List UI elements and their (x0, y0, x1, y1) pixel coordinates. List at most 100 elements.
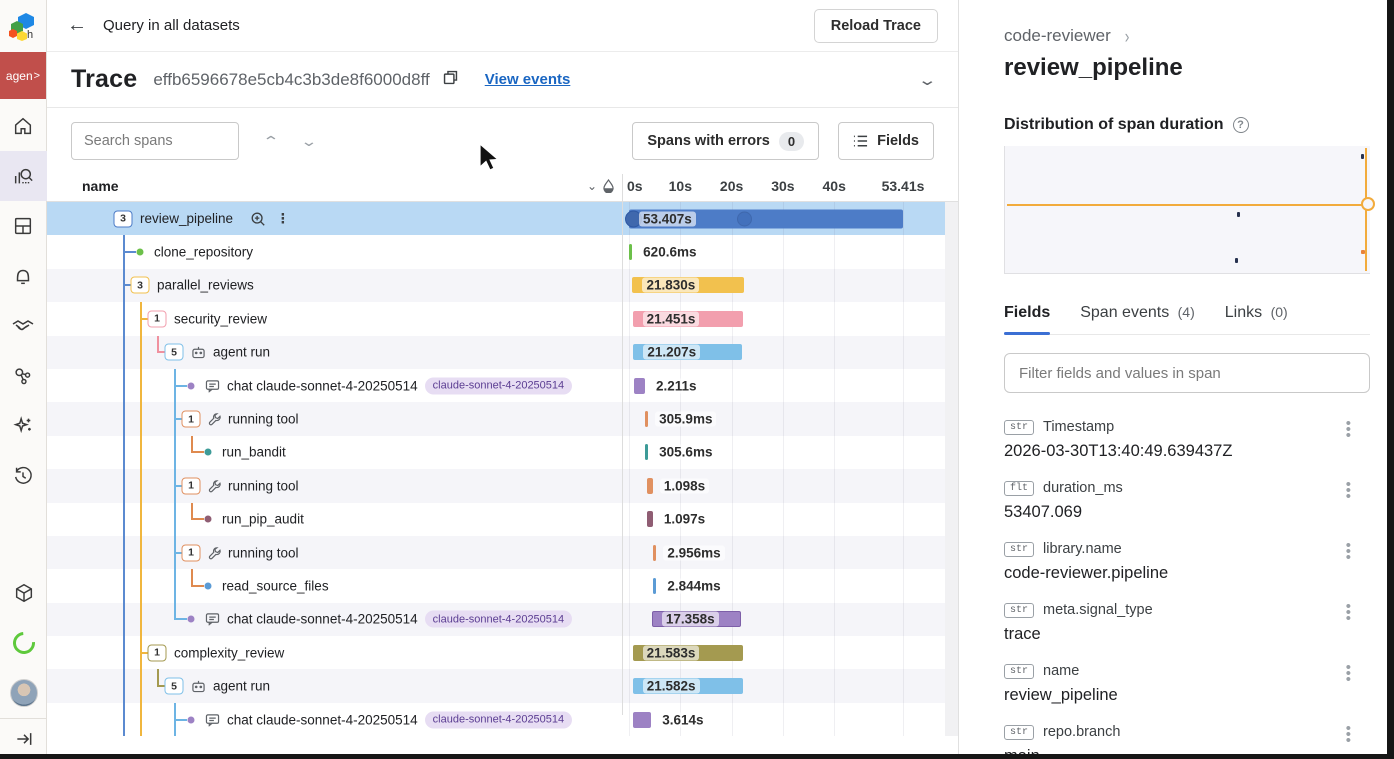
field-kebab-menu-icon[interactable]: ••• (1346, 482, 1351, 500)
span-name[interactable]: chat claude-sonnet-4-20250514 (227, 612, 418, 627)
prev-match-chevron-icon[interactable]: ⌃ (262, 133, 280, 150)
tab-span-events[interactable]: Span events (4) (1080, 304, 1195, 334)
span-count-badge[interactable]: 5 (165, 344, 184, 361)
span-name[interactable]: parallel_reviews (157, 278, 254, 293)
span-row[interactable]: 3parallel_reviews21.830s (47, 269, 958, 302)
sidebar-item-boards[interactable] (0, 201, 47, 251)
duration-bar[interactable] (645, 444, 648, 460)
honeycomb-logo[interactable]: h (0, 0, 46, 52)
duration-bar[interactable] (653, 578, 656, 594)
duration-bar[interactable] (629, 244, 632, 260)
field-kebab-menu-icon[interactable]: ••• (1346, 543, 1351, 561)
span-count-badge[interactable]: 3 (131, 277, 150, 294)
span-name[interactable]: read_source_files (222, 578, 329, 593)
sidebar-collapse-button[interactable] (0, 719, 47, 759)
span-row[interactable]: chat claude-sonnet-4-20250514claude-sonn… (47, 369, 958, 402)
spans-with-errors-button[interactable]: Spans with errors 0 (632, 122, 819, 160)
copy-icon[interactable] (442, 69, 459, 91)
field-row[interactable]: strTimestamp2026-03-30T13:40:49.639437Z•… (1004, 419, 1365, 461)
fields-button[interactable]: Fields (838, 122, 934, 160)
name-sort-chevron-icon[interactable]: ⌄ (587, 179, 597, 193)
field-kebab-menu-icon[interactable]: ••• (1346, 726, 1351, 744)
bar-drag-handle[interactable] (737, 211, 752, 226)
span-name[interactable]: run_pip_audit (222, 512, 304, 527)
sidebar-item-teams[interactable] (0, 301, 47, 351)
span-row[interactable]: run_bandit305.6ms (47, 436, 958, 469)
span-count-badge[interactable]: 1 (148, 644, 167, 661)
span-row[interactable]: chat claude-sonnet-4-20250514claude-sonn… (47, 603, 958, 636)
sidebar-item-package[interactable] (0, 568, 47, 618)
sidebar-item-account[interactable] (0, 668, 47, 718)
field-row[interactable]: strmeta.signal_typetrace••• (1004, 602, 1365, 644)
duration-bar[interactable] (634, 378, 645, 394)
span-name[interactable]: review_pipeline (140, 211, 233, 226)
back-arrow-icon[interactable]: ← (67, 14, 87, 37)
span-name[interactable]: run_bandit (222, 445, 286, 460)
duration-bar[interactable] (647, 511, 653, 527)
duration-bar[interactable] (645, 411, 648, 427)
span-row[interactable]: 5agent run21.207s (47, 336, 958, 369)
tab-links[interactable]: Links (0) (1225, 304, 1288, 334)
span-count-badge[interactable]: 1 (182, 411, 201, 428)
span-count-badge[interactable]: 1 (182, 544, 201, 561)
sidebar-item-ai[interactable] (0, 401, 47, 451)
search-spans-input[interactable] (71, 122, 239, 160)
name-column-header[interactable]: name (82, 178, 119, 194)
sidebar-item-query[interactable] (0, 151, 47, 201)
span-row[interactable]: 1running tool305.9ms (47, 402, 958, 435)
environment-badge[interactable]: agen > (0, 52, 46, 99)
span-row[interactable]: chat claude-sonnet-4-20250514claude-sonn… (47, 703, 958, 736)
field-kebab-menu-icon[interactable]: ••• (1346, 604, 1351, 622)
help-icon[interactable]: ? (1233, 117, 1249, 133)
span-row[interactable]: clone_repository620.6ms (47, 235, 958, 268)
next-match-chevron-icon[interactable]: ⌄ (300, 133, 318, 150)
filter-fields-input[interactable] (1004, 353, 1370, 393)
field-row[interactable]: fltduration_ms53407.069••• (1004, 480, 1365, 522)
span-name[interactable]: clone_repository (154, 245, 253, 260)
span-name[interactable]: running tool (228, 478, 299, 493)
span-row[interactable]: 3review_pipeline⋮53.407s (47, 202, 958, 235)
span-name[interactable]: agent run (213, 345, 270, 360)
sidebar-item-service-map[interactable] (0, 351, 47, 401)
span-name[interactable]: chat claude-sonnet-4-20250514 (227, 712, 418, 727)
span-count-badge[interactable]: 1 (182, 477, 201, 494)
view-events-link[interactable]: View events (485, 71, 571, 88)
duration-distribution-chart[interactable] (1004, 146, 1370, 274)
span-name[interactable]: security_review (174, 311, 267, 326)
span-row[interactable]: read_source_files2.844ms (47, 569, 958, 602)
field-kebab-menu-icon[interactable]: ••• (1346, 421, 1351, 439)
tab-fields[interactable]: Fields (1004, 304, 1050, 334)
span-row[interactable]: run_pip_audit1.097s (47, 503, 958, 536)
zoom-in-icon[interactable] (250, 211, 266, 227)
honeycomb-drop-icon[interactable] (603, 179, 614, 193)
span-name[interactable]: chat claude-sonnet-4-20250514 (227, 378, 418, 393)
span-count-badge[interactable]: 3 (114, 210, 133, 227)
span-name[interactable]: running tool (228, 412, 299, 427)
sidebar-item-status[interactable] (0, 618, 47, 668)
reload-trace-button[interactable]: Reload Trace (814, 9, 938, 43)
collapse-trace-chevron-icon[interactable]: ⌄ (918, 71, 938, 89)
span-name[interactable]: running tool (228, 545, 299, 560)
field-row[interactable]: strnamereview_pipeline••• (1004, 663, 1365, 705)
breadcrumb-service[interactable]: code-reviewer (1004, 26, 1111, 46)
span-row[interactable]: 1running tool1.098s (47, 469, 958, 502)
duration-bar[interactable] (653, 545, 656, 561)
query-scope-label[interactable]: Query in all datasets (103, 17, 240, 34)
duration-bar[interactable] (647, 478, 653, 494)
span-count-badge[interactable]: 1 (148, 310, 167, 327)
field-kebab-menu-icon[interactable]: ••• (1346, 665, 1351, 683)
span-name[interactable]: complexity_review (174, 645, 284, 660)
span-name[interactable]: agent run (213, 679, 270, 694)
span-row[interactable]: 5agent run21.582s (47, 669, 958, 702)
sidebar-item-alerts[interactable] (0, 251, 47, 301)
span-row[interactable]: 1running tool2.956ms (47, 536, 958, 569)
span-count-badge[interactable]: 5 (165, 678, 184, 695)
span-row[interactable]: 1complexity_review21.583s (47, 636, 958, 669)
kebab-menu-icon[interactable]: ⋮ (276, 211, 290, 227)
duration-bar[interactable] (633, 712, 652, 728)
field-row[interactable]: strlibrary.namecode-reviewer.pipeline••• (1004, 541, 1365, 583)
column-divider[interactable] (622, 174, 623, 715)
sidebar-item-history[interactable] (0, 451, 47, 501)
span-row[interactable]: 1security_review21.451s (47, 302, 958, 335)
sidebar-item-home[interactable] (0, 101, 47, 151)
